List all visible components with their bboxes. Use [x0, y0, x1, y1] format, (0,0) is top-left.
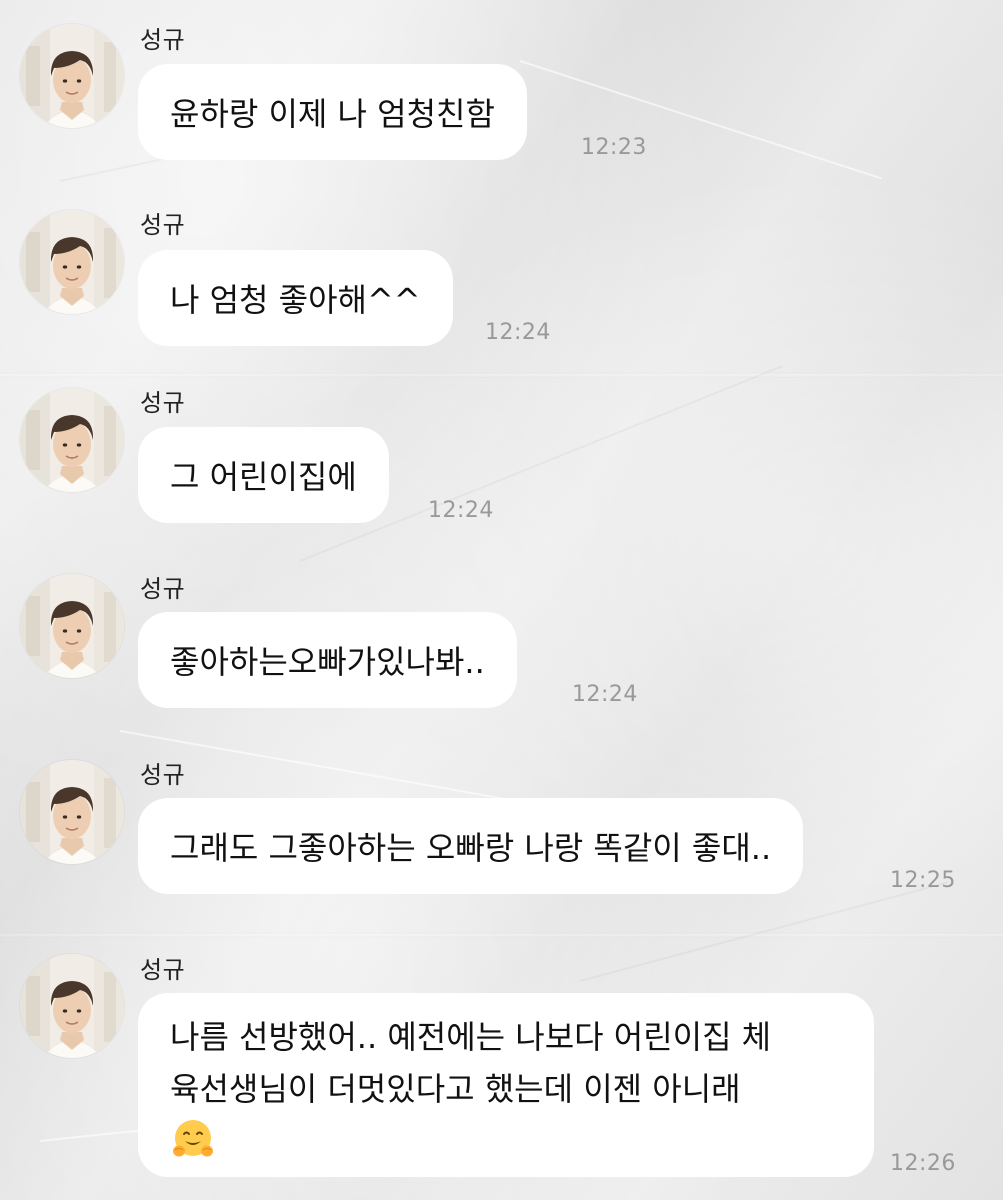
- message-time: 12:24: [485, 320, 551, 345]
- message-time: 12:25: [890, 868, 956, 893]
- message-time: 12:24: [572, 682, 638, 707]
- paper-crease: [519, 60, 882, 180]
- sender-avatar[interactable]: [20, 210, 124, 314]
- message-time: 12:24: [428, 498, 494, 523]
- message-text: 나 엄청 좋아해^^: [170, 281, 421, 319]
- message-text: 그래도 그좋아하는 오빠랑 나랑 똑같이 좋대..: [170, 829, 772, 867]
- screenshot-seam: [0, 932, 1003, 938]
- sender-avatar[interactable]: [20, 388, 124, 492]
- message-text-line: 육선생님이 더멋있다고 했는데 이젠 아니래: [170, 1070, 741, 1108]
- sender-name: 성규: [140, 956, 186, 984]
- message-bubble[interactable]: 그 어린이집에: [138, 427, 389, 523]
- message-bubble[interactable]: 좋아하는오빠가있나봐..: [138, 612, 517, 708]
- sender-name: 성규: [140, 761, 186, 789]
- message-text-line: 나름 선방했어.. 예전에는 나보다 어린이집 체: [170, 1018, 772, 1056]
- message-bubble[interactable]: 나름 선방했어.. 예전에는 나보다 어린이집 체 육선생님이 더멋있다고 했는…: [138, 993, 874, 1177]
- hugging-face-emoji: [173, 1120, 213, 1157]
- sender-avatar[interactable]: [20, 24, 124, 128]
- message-time: 12:23: [581, 135, 647, 160]
- message-bubble[interactable]: 나 엄청 좋아해^^: [138, 250, 453, 346]
- sender-avatar[interactable]: [20, 954, 124, 1058]
- message-text: 윤하랑 이제 나 엄청친함: [170, 95, 495, 133]
- screenshot-seam: [0, 372, 1003, 378]
- sender-name: 성규: [140, 26, 186, 54]
- message-time: 12:26: [890, 1151, 956, 1176]
- sender-name: 성규: [140, 575, 186, 603]
- message-bubble[interactable]: 그래도 그좋아하는 오빠랑 나랑 똑같이 좋대..: [138, 798, 804, 894]
- sender-avatar[interactable]: [20, 760, 124, 864]
- message-text: 좋아하는오빠가있나봐..: [170, 643, 485, 681]
- message-text: 그 어린이집에: [170, 458, 357, 496]
- sender-avatar[interactable]: [20, 574, 124, 678]
- message-bubble[interactable]: 윤하랑 이제 나 엄청친함: [138, 64, 527, 160]
- sender-name: 성규: [140, 389, 186, 417]
- sender-name: 성규: [140, 211, 186, 239]
